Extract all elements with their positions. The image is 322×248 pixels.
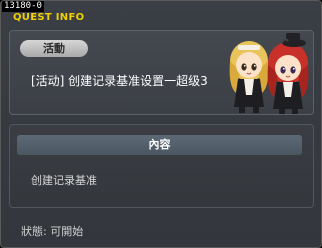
quest-name: [活动] 创建记录基准设置一超级3	[31, 74, 208, 88]
npc-portrait-image	[229, 33, 309, 114]
content-text: 创建记录基准	[31, 174, 97, 187]
content-header: 內容	[17, 135, 302, 155]
quest-info-window: 13180-0 QUEST INFO 活動 [活动] 创建记录基准设置一超级3	[0, 0, 322, 248]
npc-right-figure	[267, 33, 309, 114]
quest-id-tag: 13180-0	[2, 1, 44, 12]
quest-header-panel: 活動 [活动] 创建记录基准设置一超级3	[9, 30, 314, 115]
npc-left-figure	[229, 41, 269, 113]
quest-category-badge: 活動	[20, 40, 88, 57]
quest-content-panel: 內容 创建记录基准	[9, 124, 314, 208]
quest-status: 狀態: 可開始	[21, 225, 84, 238]
window-title: QUEST INFO	[13, 12, 85, 23]
